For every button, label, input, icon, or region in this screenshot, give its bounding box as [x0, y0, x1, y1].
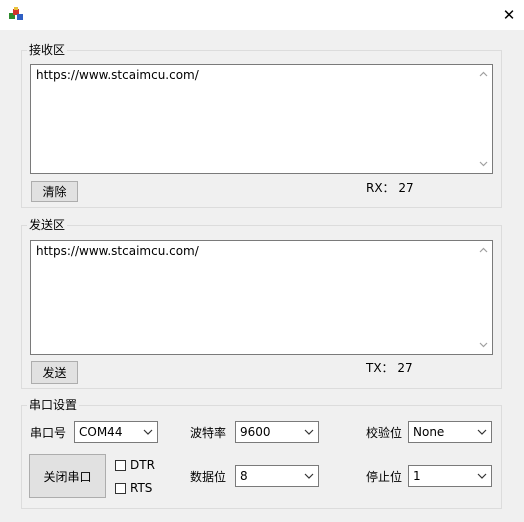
rts-label: RTS: [130, 481, 153, 495]
databits-value: 8: [240, 469, 248, 483]
receive-scrollbar[interactable]: [475, 65, 492, 173]
window-close-button[interactable]: ✕: [494, 0, 524, 30]
chevron-down-icon: [476, 470, 488, 482]
rx-count: RX： 27: [366, 181, 414, 195]
baud-select[interactable]: 9600: [235, 421, 319, 443]
parity-label: 校验位: [366, 426, 403, 440]
close-port-button[interactable]: 关闭串口: [29, 454, 106, 498]
port-label: 串口号: [30, 426, 67, 440]
send-button[interactable]: 发送: [31, 361, 78, 384]
databits-label: 数据位: [190, 470, 227, 484]
dtr-checkbox-box[interactable]: [115, 459, 126, 471]
baud-value: 9600: [240, 425, 271, 439]
receive-text: https://www.stcaimcu.com/: [36, 68, 199, 82]
scroll-down-icon[interactable]: [475, 157, 492, 171]
receive-textarea[interactable]: https://www.stcaimcu.com/: [30, 64, 493, 174]
receive-group-label: 接收区: [27, 43, 68, 57]
send-textarea[interactable]: https://www.stcaimcu.com/: [30, 240, 493, 355]
parity-select[interactable]: None: [408, 421, 492, 443]
rts-checkbox[interactable]: RTS: [115, 481, 152, 495]
parity-value: None: [413, 425, 445, 439]
send-scrollbar[interactable]: [475, 241, 492, 354]
chevron-down-icon: [142, 426, 154, 438]
chevron-down-icon: [476, 426, 488, 438]
rts-checkbox-box[interactable]: [115, 482, 126, 494]
clear-button[interactable]: 清除: [31, 181, 78, 202]
port-value: COM44: [79, 425, 123, 439]
scroll-up-icon[interactable]: [475, 243, 492, 257]
databits-select[interactable]: 8: [235, 465, 319, 487]
serial-settings-label: 串口设置: [27, 398, 80, 412]
scroll-up-icon[interactable]: [475, 67, 492, 81]
port-select[interactable]: COM44: [74, 421, 158, 443]
send-text: https://www.stcaimcu.com/: [36, 244, 199, 258]
baud-label: 波特率: [190, 426, 227, 440]
stopbits-label: 停止位: [366, 470, 403, 484]
dtr-checkbox[interactable]: DTR: [115, 458, 155, 472]
dtr-label: DTR: [130, 458, 155, 472]
stopbits-value: 1: [413, 469, 421, 483]
app-icon: [8, 6, 24, 22]
close-icon: ✕: [502, 5, 516, 24]
stopbits-select[interactable]: 1: [408, 465, 492, 487]
scroll-down-icon[interactable]: [475, 338, 492, 352]
chevron-down-icon: [303, 426, 315, 438]
chevron-down-icon: [303, 470, 315, 482]
title-bar: ✕: [0, 0, 524, 30]
send-group-label: 发送区: [27, 218, 68, 232]
tx-count: TX： 27: [366, 361, 413, 375]
